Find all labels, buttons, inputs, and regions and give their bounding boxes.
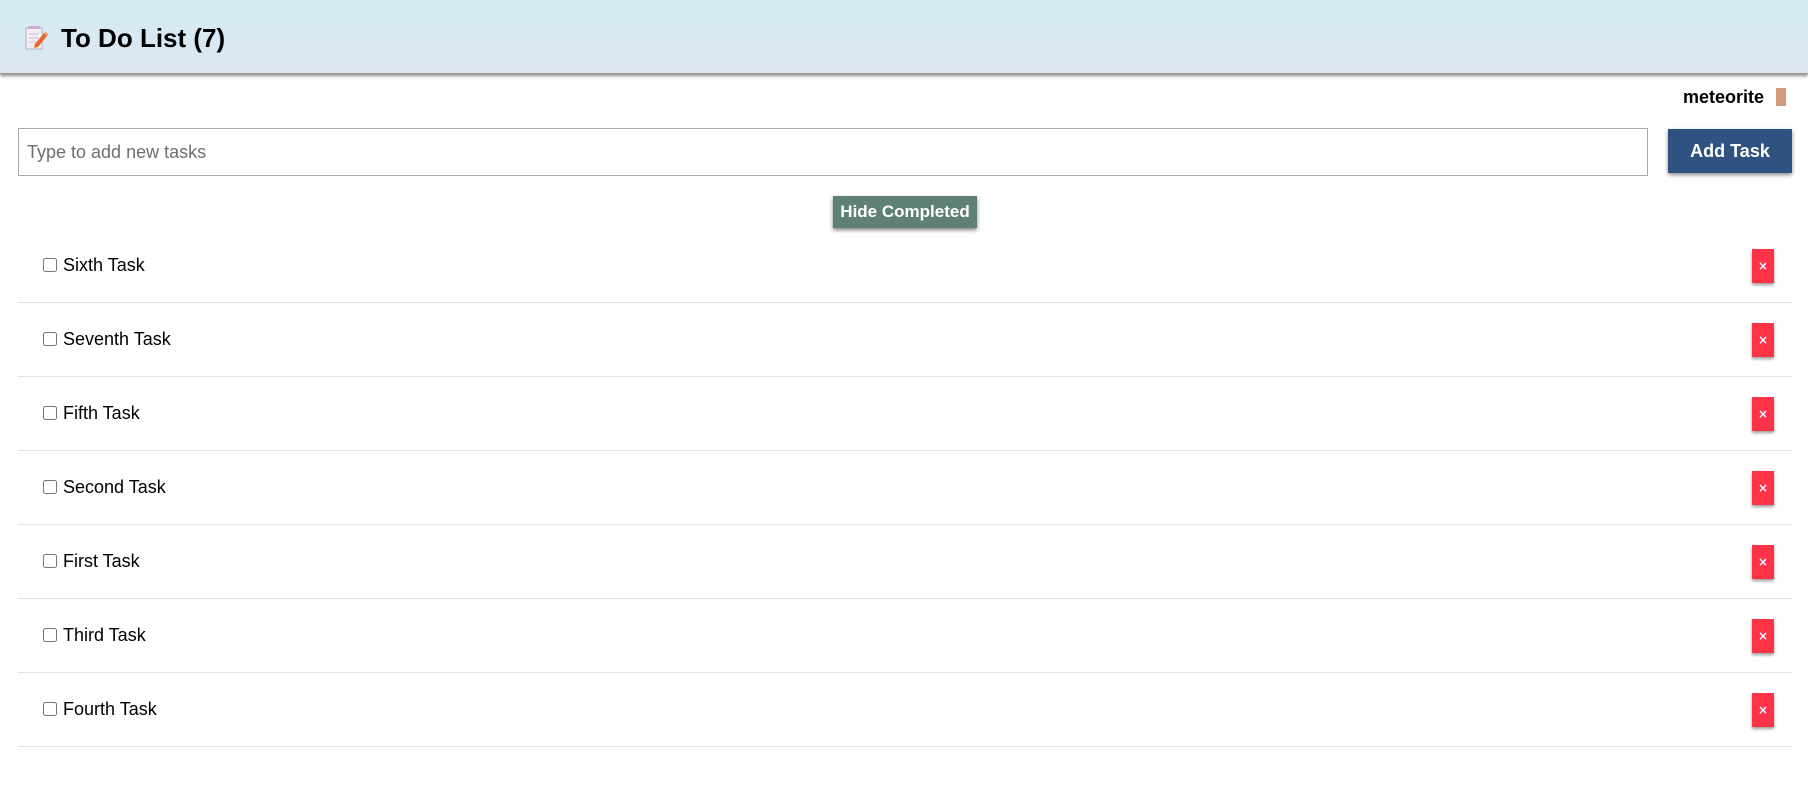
new-task-input[interactable] [18, 128, 1648, 176]
username-label[interactable]: meteorite [1683, 86, 1764, 108]
task-checkbox[interactable] [43, 628, 57, 642]
task-item: Fifth Task × [18, 377, 1792, 451]
task-label: Third Task [63, 625, 146, 645]
task-checkbox[interactable] [43, 406, 57, 420]
task-item: Seventh Task × [18, 303, 1792, 377]
task-label: Fourth Task [63, 699, 157, 719]
app-header: To Do List (7) [0, 0, 1808, 74]
delete-task-button[interactable]: × [1752, 323, 1774, 357]
delete-task-button[interactable]: × [1752, 249, 1774, 283]
task-checkbox[interactable] [43, 554, 57, 568]
task-checkbox[interactable] [43, 258, 57, 272]
task-item: Third Task × [18, 599, 1792, 673]
task-label: First Task [63, 551, 140, 571]
task-item: Sixth Task × [18, 229, 1792, 303]
delete-task-button[interactable]: × [1752, 397, 1774, 431]
delete-task-button[interactable]: × [1752, 471, 1774, 505]
page-title: To Do List (7) [61, 23, 226, 53]
add-task-button[interactable]: Add Task [1668, 129, 1792, 173]
user-menu-caret-icon[interactable] [1776, 88, 1786, 106]
task-checkbox[interactable] [43, 332, 57, 346]
task-item: Fourth Task × [18, 673, 1792, 747]
delete-task-button[interactable]: × [1752, 693, 1774, 727]
hide-completed-button[interactable]: Hide Completed [833, 196, 977, 228]
task-checkbox[interactable] [43, 702, 57, 716]
task-label: Sixth Task [63, 255, 145, 275]
task-checkbox[interactable] [43, 480, 57, 494]
delete-task-button[interactable]: × [1752, 545, 1774, 579]
user-menu[interactable]: meteorite [1683, 86, 1786, 108]
task-list: Sixth Task × Seventh Task × Fifth Task ×… [18, 229, 1792, 747]
task-item: Second Task × [18, 451, 1792, 525]
task-label: Second Task [63, 477, 166, 497]
delete-task-button[interactable]: × [1752, 619, 1774, 653]
task-item: First Task × [18, 525, 1792, 599]
notepad-pencil-icon [24, 24, 49, 52]
task-label: Seventh Task [63, 329, 171, 349]
task-label: Fifth Task [63, 403, 140, 423]
